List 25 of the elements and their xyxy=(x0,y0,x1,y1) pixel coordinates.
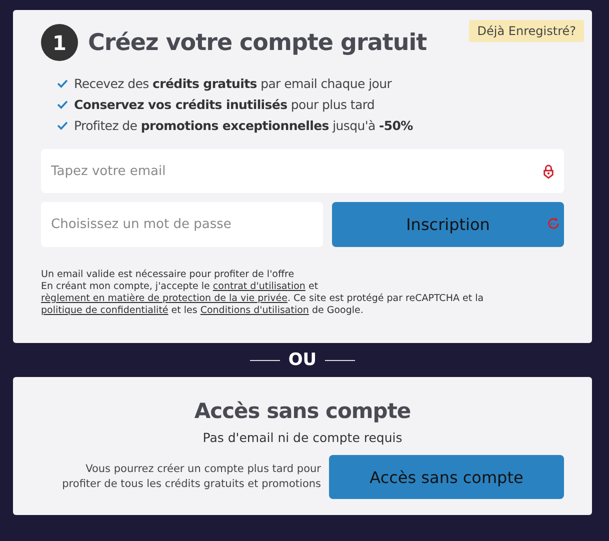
login-link[interactable]: Déjà Enregistré? xyxy=(469,20,584,42)
check-icon xyxy=(57,121,68,130)
guest-title: Accès sans compte xyxy=(193,399,412,423)
guest-subtitle: Pas d'email ni de compte requis xyxy=(202,430,404,445)
recaptcha-icon xyxy=(547,217,560,230)
email-field[interactable]: Tapez votre email xyxy=(41,149,564,193)
check-icon xyxy=(57,79,68,88)
padlock-icon xyxy=(543,164,554,179)
notice-text: Un email valide est nécessaire pour profiter de l'offre xyxy=(41,269,296,281)
signup-button[interactable]: Inscription xyxy=(332,202,564,247)
benefit-text: Recevez des crédits gratuits par email chaque jour xyxy=(74,75,392,93)
legal-link[interactable]: règlement en matière de protection de la vie privée xyxy=(41,293,288,304)
check-icon xyxy=(57,100,68,109)
guest-description: Vous pourrez créer un compte plus tard pour profiter de tous les crédits gratuits et promotions xyxy=(61,462,321,492)
legal-link[interactable]: Conditions d'utilisation xyxy=(200,305,309,316)
step-number: 1 xyxy=(41,24,78,61)
benefit-text: Profitez de promotions exceptionnelles jusqu'à -50% xyxy=(74,117,413,135)
guest-access-button[interactable]: Accès sans compte xyxy=(329,455,564,499)
signup-title: Créez votre compte gratuit xyxy=(88,30,427,56)
separator-label: OU xyxy=(288,350,317,370)
legal-link[interactable]: contrat d'utilisation xyxy=(212,281,306,292)
benefit-text: Conservez vos crédits inutilisés pour plus tard xyxy=(74,96,375,114)
legal-text: En créant mon compte, j'accepte le contrat d'utilisation et règlement en matière de protection de la vie privée. Ce site est protégé par reCAPTCHA et la politique de confidentialité et les Conditions d'utilisation de Google. xyxy=(41,281,485,317)
password-field[interactable]: Choisissez un mot de passe xyxy=(41,202,323,247)
legal-link[interactable]: politique de confidentialité xyxy=(41,305,168,316)
